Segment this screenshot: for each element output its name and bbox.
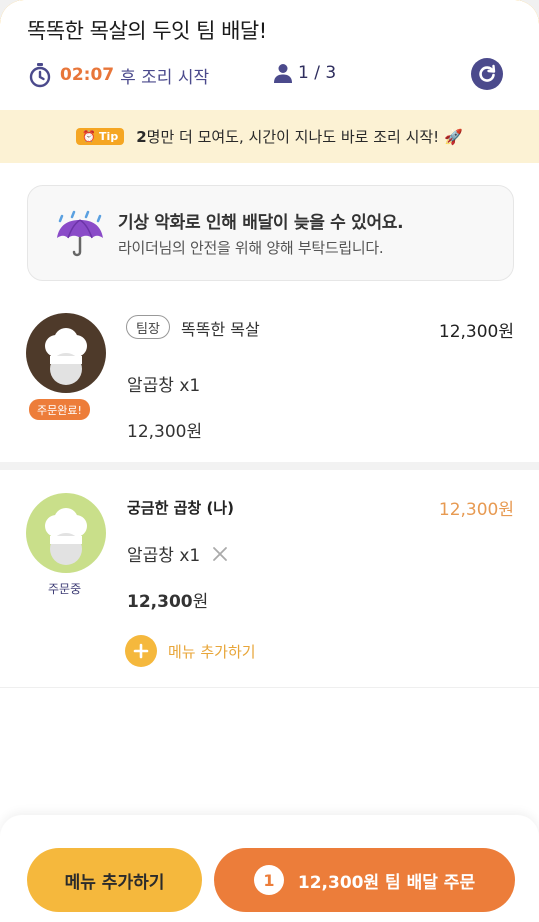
timer-label: 후 조리 시작 [120, 67, 210, 88]
notice-title: 기상 악화로 인해 배달이 늦을 수 있어요. [118, 213, 404, 233]
order-item: 알곱창 x1 [127, 371, 200, 396]
cook-timer: 02:07 후 조리 시작 [28, 60, 209, 90]
order-item: 알곱창 x1 [127, 541, 228, 566]
plus-icon [125, 635, 157, 667]
status-badge: 주문완료! [29, 399, 90, 420]
member-price: 12,300원 [438, 500, 514, 520]
tip-banner: ⏰ Tip 2명만 더 모여도, 시간이 지나도 바로 조리 시작! 🚀 [0, 110, 539, 163]
team-delivery-sheet: 똑똑한 목살의 두잇 팀 배달! 02:07 후 조리 시작 1 / 3 ⏰ T… [0, 0, 539, 922]
add-menu-button[interactable]: 메뉴 추가하기 [27, 848, 202, 912]
member-card-leader: 주문완료! 팀장 똑똑한 목살 12,300원 알곱창 x1 12,300원 [0, 296, 539, 462]
close-icon[interactable] [212, 546, 228, 562]
member-name: 똑똑한 목살 [181, 320, 260, 339]
member-price: 12,300원 [438, 322, 514, 342]
tip-count: 2 [136, 128, 147, 146]
refresh-button[interactable] [471, 58, 503, 90]
stopwatch-icon [29, 63, 51, 88]
sheet-content: 똑똑한 목살의 두잇 팀 배달! 02:07 후 조리 시작 1 / 3 ⏰ T… [0, 0, 539, 922]
header: 똑똑한 목살의 두잇 팀 배달! 02:07 후 조리 시작 1 / 3 [0, 0, 539, 110]
avatar [26, 313, 106, 393]
section-divider [0, 462, 539, 470]
chef-avatar-icon [45, 328, 87, 385]
member-subtotal: 12,300원 [127, 422, 203, 442]
avatar [26, 493, 106, 573]
member-card-me: 주문중 궁금한 곱창 (나) 12,300원 알곱창 x1 12,300원 메뉴… [0, 470, 539, 688]
order-item-label: 알곱창 x1 [127, 376, 201, 396]
people-count: 1 / 3 [298, 63, 337, 83]
clock-emoji-icon: ⏰ [82, 130, 97, 143]
tip-text: 2명만 더 모여도, 시간이 지나도 바로 조리 시작! 🚀 [136, 126, 462, 147]
chef-avatar-icon [45, 508, 87, 565]
timer-time: 02:07 [60, 65, 115, 85]
order-count-badge: 1 [253, 865, 284, 895]
status-text: 주문중 [48, 582, 82, 596]
tip-badge-label: Tip [99, 130, 119, 143]
leader-tag: 팀장 [126, 315, 170, 339]
refresh-icon [479, 64, 496, 82]
tip-badge: ⏰ Tip [76, 128, 125, 145]
add-menu-link[interactable]: 메뉴 추가하기 [125, 635, 256, 667]
subtotal-number: 12,300 [127, 592, 193, 612]
order-item-label: 알곱창 x1 [127, 546, 201, 566]
notice-subtitle: 라이더님의 안전을 위해 양해 부탁드립니다. [118, 239, 384, 257]
tip-message: 명만 더 모여도, 시간이 지나도 바로 조리 시작! 🚀 [146, 128, 463, 146]
member-count: 1 / 3 [272, 62, 336, 84]
team-order-button[interactable]: 1 12,300원 팀 배달 주문 [214, 848, 515, 912]
add-menu-label: 메뉴 추가하기 [168, 642, 256, 661]
umbrella-rain-icon [57, 210, 103, 257]
member-subtotal: 12,300원 [127, 587, 208, 612]
person-icon [274, 64, 292, 83]
member-name: 궁금한 곱창 (나) [127, 499, 234, 517]
footer-action-bar: 메뉴 추가하기 1 12,300원 팀 배달 주문 [0, 815, 539, 922]
page-title: 똑똑한 목살의 두잇 팀 배달! [27, 19, 267, 43]
order-button-label: 12,300원 팀 배달 주문 [297, 872, 476, 893]
subtotal-unit: 원 [192, 592, 209, 612]
weather-notice: 기상 악화로 인해 배달이 늦을 수 있어요. 라이더님의 안전을 위해 양해 … [27, 185, 514, 281]
